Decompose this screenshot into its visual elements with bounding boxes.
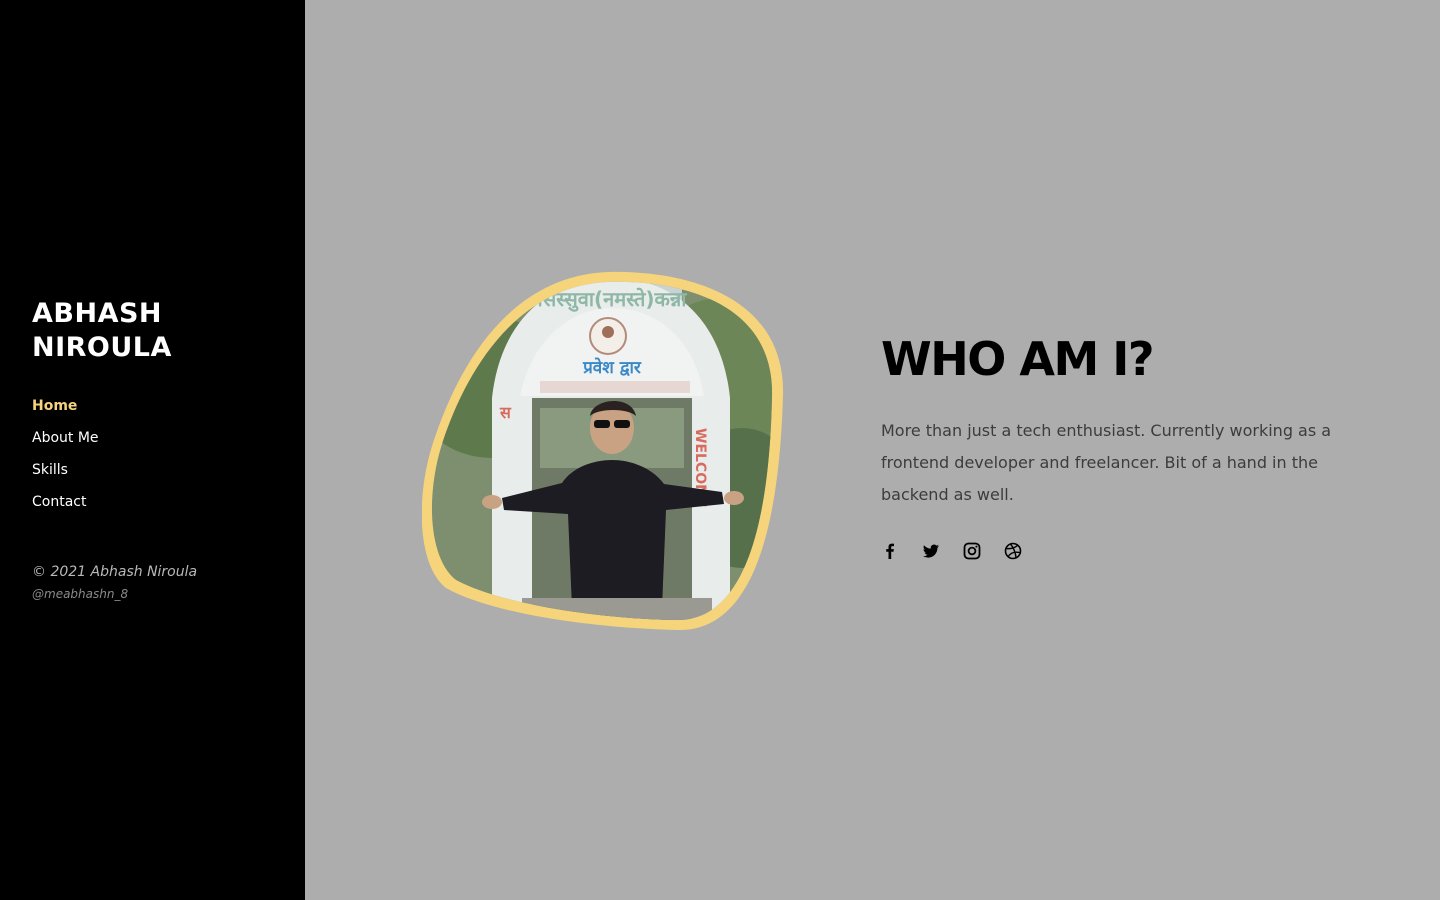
photo-scene: सिस्सुवा(नमस्ते)कन्ना प्रवेश द्वार स WEL… — [431, 281, 773, 620]
social-handle: @meabhashn_8 — [32, 587, 129, 601]
facebook-icon — [886, 543, 894, 559]
hero-title: WHO AM I? — [881, 332, 1155, 386]
brand-last-name: NIROULA — [32, 332, 172, 363]
instagram-link[interactable] — [963, 542, 981, 560]
copyright-text: © 2021 Abhash Niroula — [32, 564, 198, 580]
facebook-link[interactable] — [881, 542, 899, 560]
nav-link-contact[interactable]: Contact — [32, 494, 86, 510]
nav-item-home: Home — [32, 394, 99, 426]
instagram-icon — [963, 542, 981, 560]
profile-photo-blob: सिस्सुवा(नमस्ते)कन्ना प्रवेश द्वार स WEL… — [422, 271, 784, 631]
hero-description: More than just a tech enthusiast. Curren… — [881, 421, 1332, 504]
dribbble-link[interactable] — [1004, 542, 1022, 560]
brand-name[interactable]: ABHASH NIROULA — [32, 297, 232, 365]
brand-first-name: ABHASH — [32, 298, 163, 329]
nav-item-contact: Contact — [32, 490, 99, 522]
nav-link-home[interactable]: Home — [32, 398, 77, 414]
profile-photo: सिस्सुवा(नमस्ते)कन्ना प्रवेश द्वार स WEL… — [422, 268, 784, 632]
twitter-icon — [923, 544, 939, 558]
sidebar: ABHASH NIROULA Home About Me Skills Cont… — [0, 0, 305, 900]
twitter-link[interactable] — [922, 542, 940, 560]
dribbble-icon — [1004, 542, 1022, 560]
main-content: सिस्सुवा(नमस्ते)कन्ना प्रवेश द्वार स WEL… — [305, 0, 1440, 900]
nav-link-skills[interactable]: Skills — [32, 462, 68, 478]
photo-sign-main: प्रवेश द्वार — [582, 357, 642, 378]
nav-item-skills: Skills — [32, 458, 99, 490]
main-nav: Home About Me Skills Contact — [32, 394, 99, 522]
nav-link-about[interactable]: About Me — [32, 430, 99, 446]
photo-sign-left: स — [499, 403, 512, 422]
nav-item-about: About Me — [32, 426, 99, 458]
social-links — [881, 542, 1022, 560]
